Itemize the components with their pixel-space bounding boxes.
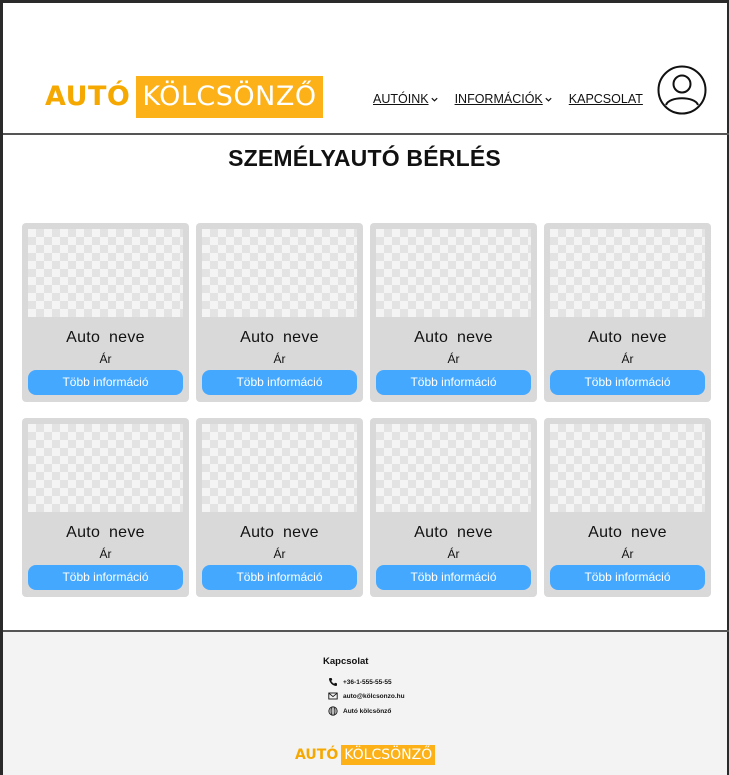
car-price: Ár: [273, 547, 286, 561]
footer-email[interactable]: auto@kölcsonzo.hu: [328, 691, 405, 701]
car-card: Auto neve Ár Több információ: [196, 223, 363, 402]
car-price: Ár: [447, 547, 460, 561]
brand-logo-part1: AUTÓ: [45, 81, 131, 112]
car-card: Auto neve Ár Több információ: [22, 223, 189, 402]
car-card: Auto neve Ár Több információ: [196, 418, 363, 597]
more-info-button[interactable]: Több információ: [550, 370, 705, 395]
footer-logo-part1: AUTÓ: [295, 747, 339, 763]
more-info-button[interactable]: Több információ: [376, 565, 531, 590]
car-image-placeholder: [28, 424, 183, 512]
brand-logo-part2: KÖLCSÖNZŐ: [136, 76, 323, 118]
footer-phone[interactable]: +36-1-555-55-55: [328, 677, 392, 687]
nav-item-autoink[interactable]: AUTÓINK: [373, 92, 439, 106]
car-price: Ár: [273, 352, 286, 366]
nav-item-label: INFORMÁCIÓK: [454, 92, 543, 106]
more-info-button[interactable]: Több információ: [28, 565, 183, 590]
envelope-icon: [328, 692, 338, 700]
nav-item-label: KAPCSOLAT: [568, 92, 643, 106]
car-name: Auto neve: [66, 329, 145, 346]
footer-logo-part2: KÖLCSÖNZŐ: [341, 745, 436, 765]
car-price: Ár: [621, 547, 634, 561]
phone-icon: [329, 678, 337, 686]
chevron-down-icon: [430, 97, 438, 102]
car-card: Auto neve Ár Több információ: [544, 418, 711, 597]
nav-item-informaciok[interactable]: INFORMÁCIÓK: [455, 92, 553, 106]
nav-item-kapcsolat[interactable]: KAPCSOLAT: [569, 92, 643, 106]
car-card: Auto neve Ár Több információ: [544, 223, 711, 402]
car-image-placeholder: [376, 229, 531, 317]
brand-logo[interactable]: AUTÓ KÖLCSÖNZŐ: [45, 76, 323, 118]
more-info-button[interactable]: Több információ: [202, 370, 357, 395]
more-info-button[interactable]: Több információ: [376, 370, 531, 395]
page-title: SZEMÉLYAUTÓ BÉRLÉS: [228, 145, 501, 171]
more-info-button[interactable]: Több információ: [550, 565, 705, 590]
car-image-placeholder: [202, 424, 357, 512]
car-card: Auto neve Ár Több információ: [370, 223, 537, 402]
nav-item-label: AUTÓINK: [373, 92, 429, 106]
car-card: Auto neve Ár Több információ: [22, 418, 189, 597]
car-price: Ár: [621, 352, 634, 366]
car-card: Auto neve Ár Több információ: [370, 418, 537, 597]
car-name: Auto neve: [240, 329, 319, 346]
footer-title: Kapcsolat: [323, 656, 369, 667]
car-name: Auto neve: [588, 524, 667, 541]
car-name: Auto neve: [240, 524, 319, 541]
car-name: Auto neve: [66, 524, 145, 541]
car-price: Ár: [99, 352, 112, 366]
footer-brand-logo[interactable]: AUTÓ KÖLCSÖNZŐ: [295, 745, 436, 765]
chevron-down-icon: [545, 97, 552, 102]
footer-email-text: auto@kölcsonzo.hu: [343, 692, 405, 700]
car-price: Ár: [447, 352, 460, 366]
car-image-placeholder: [550, 424, 705, 512]
car-name: Auto neve: [588, 329, 667, 346]
main-nav: AUTÓINK INFORMÁCIÓK KAPCSOLAT: [373, 92, 643, 106]
car-image-placeholder: [376, 424, 531, 512]
car-name: Auto neve: [414, 329, 493, 346]
user-circle-icon[interactable]: [657, 65, 707, 115]
car-image-placeholder: [28, 229, 183, 317]
car-price: Ár: [99, 547, 112, 561]
footer: Kapcsolat +36-1-555-55-55 auto@kölcsonzo…: [3, 632, 727, 775]
more-info-button[interactable]: Több információ: [28, 370, 183, 395]
car-name: Auto neve: [414, 524, 493, 541]
window-frame-top: [0, 0, 729, 3]
car-grid: Auto neve Ár Több információ Auto neve Á…: [22, 223, 712, 597]
footer-website[interactable]: Autó kölcsönző: [328, 706, 391, 716]
footer-phone-text: +36-1-555-55-55: [343, 678, 392, 686]
more-info-button[interactable]: Több információ: [202, 565, 357, 590]
footer-website-text: Autó kölcsönző: [343, 707, 392, 715]
car-image-placeholder: [550, 229, 705, 317]
car-image-placeholder: [202, 229, 357, 317]
header-divider: [3, 133, 729, 135]
globe-icon: [328, 706, 338, 716]
